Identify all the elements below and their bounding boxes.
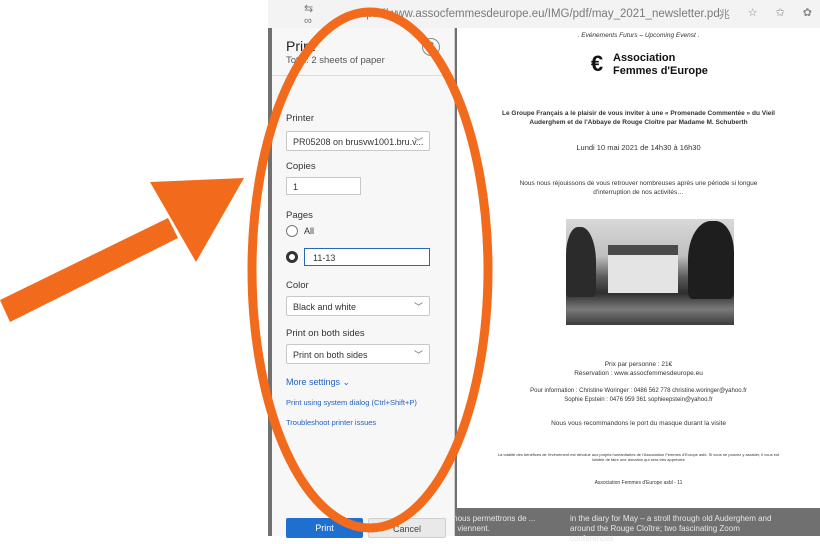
panel-divider bbox=[272, 75, 454, 76]
mask-line: Nous vous recommandons le port du masque… bbox=[551, 420, 726, 427]
troubleshoot-link[interactable]: Troubleshoot printer issues bbox=[286, 418, 376, 427]
chevron-down-icon: ﹀ bbox=[413, 137, 423, 147]
print-panel: Print Total: 2 sheets of paper ? Printer… bbox=[272, 28, 455, 538]
printer-label: Printer bbox=[286, 113, 314, 124]
logo-line-1: Association bbox=[613, 52, 676, 64]
pages-all-label: All bbox=[304, 226, 315, 236]
chevron-down-icon: ﹀ bbox=[413, 350, 423, 360]
pointer-arrow-icon bbox=[0, 178, 244, 322]
nav-icons[interactable]: ⇆ ∞ bbox=[304, 2, 330, 27]
browser-toolbar: ⇆ ∞ ttps://www.assocfemmesdeurope.eu/IMG… bbox=[268, 0, 820, 29]
fine-print: La totalité des bénéfices de l'évènement… bbox=[497, 452, 780, 462]
invite-line-1: Le Groupe Français a le plaisir de vous … bbox=[502, 110, 775, 117]
abbey-building bbox=[608, 245, 678, 293]
print-preview-page: . Evénements Futurs – Upcoming Evenst . … bbox=[457, 28, 820, 508]
joy-line-2: d'interruption de nos activités… bbox=[593, 189, 684, 196]
invite-line-2: Auderghem et de l'Abbaye de Rouge Cloîtr… bbox=[529, 119, 748, 126]
system-dialog-link[interactable]: Print using system dialog (Ctrl+Shift+P) bbox=[286, 398, 417, 407]
info-line-1: Pour information : Christine Woringer : … bbox=[530, 388, 747, 394]
event-date: Lundi 10 mai 2021 de 14h30 à 16h30 bbox=[576, 143, 701, 152]
pages-label: Pages bbox=[286, 210, 313, 221]
collections-icon[interactable]: ✿ bbox=[803, 6, 812, 22]
logo-text: Association Femmes d'Europe bbox=[613, 52, 708, 78]
more-settings-link[interactable]: More settings ⌄ bbox=[286, 377, 350, 388]
sheet-count: Total: 2 sheets of paper bbox=[286, 55, 385, 66]
sides-value: Print on both sides bbox=[293, 350, 368, 360]
copies-input[interactable]: 1 bbox=[286, 177, 361, 195]
abbey-photo bbox=[566, 219, 734, 325]
tree-left bbox=[566, 227, 596, 297]
chevron-down-icon: ﹀ bbox=[413, 302, 423, 312]
reservation-line: Réservation : www.assocfemmesdeurope.eu bbox=[574, 370, 703, 377]
sides-label: Print on both sides bbox=[286, 328, 365, 339]
printer-value: PR05208 on brusvw1001.bru.v... bbox=[293, 137, 424, 147]
color-select[interactable]: Black and white ﹀ bbox=[286, 296, 430, 316]
arrow-shaft bbox=[0, 218, 178, 322]
pages-range-input[interactable]: 11-13 bbox=[304, 248, 430, 266]
color-value: Black and white bbox=[293, 302, 357, 312]
copies-label: Copies bbox=[286, 161, 316, 172]
arrow-head bbox=[150, 178, 244, 262]
help-icon[interactable]: ? bbox=[422, 38, 440, 56]
pages-range-radio[interactable] bbox=[286, 251, 298, 263]
preview-footer: Association Femmes d'Europe asbl - 11 bbox=[594, 480, 683, 486]
pages-all-radio[interactable] bbox=[286, 225, 298, 237]
background-text-right: in the diary for May – a stroll through … bbox=[570, 514, 772, 543]
sides-select[interactable]: Print on both sides ﹀ bbox=[286, 344, 430, 364]
print-button[interactable]: Print bbox=[286, 518, 363, 538]
favorites-bar-icon[interactable]: ✩ bbox=[776, 6, 785, 22]
tree-right bbox=[688, 221, 734, 299]
browser-tools: 兆 ☆ ✩ ✿ bbox=[719, 6, 812, 22]
joy-line-1: Nous nous réjouissons de vous retrouver … bbox=[519, 180, 758, 187]
logo-line-2: Femmes d'Europe bbox=[613, 65, 708, 77]
color-label: Color bbox=[286, 280, 309, 291]
address-bar[interactable]: ttps://www.assocfemmesdeurope.eu/IMG/pdf… bbox=[360, 8, 719, 20]
favorite-icon[interactable]: ☆ bbox=[748, 6, 758, 22]
cancel-button[interactable]: Cancel bbox=[368, 518, 446, 538]
print-title: Print bbox=[286, 38, 315, 54]
preview-header: . Evénements Futurs – Upcoming Evenst . bbox=[577, 32, 700, 39]
price-line: Prix par personne : 21€ bbox=[604, 361, 673, 368]
read-aloud-icon[interactable]: 兆 bbox=[719, 6, 730, 22]
afe-logo-icon: € bbox=[590, 51, 604, 76]
printer-select[interactable]: PR05208 on brusvw1001.bru.v... ﹀ bbox=[286, 131, 430, 151]
info-line-2: Sophie Epstein : 0476 959 361 sophieepst… bbox=[564, 397, 713, 403]
